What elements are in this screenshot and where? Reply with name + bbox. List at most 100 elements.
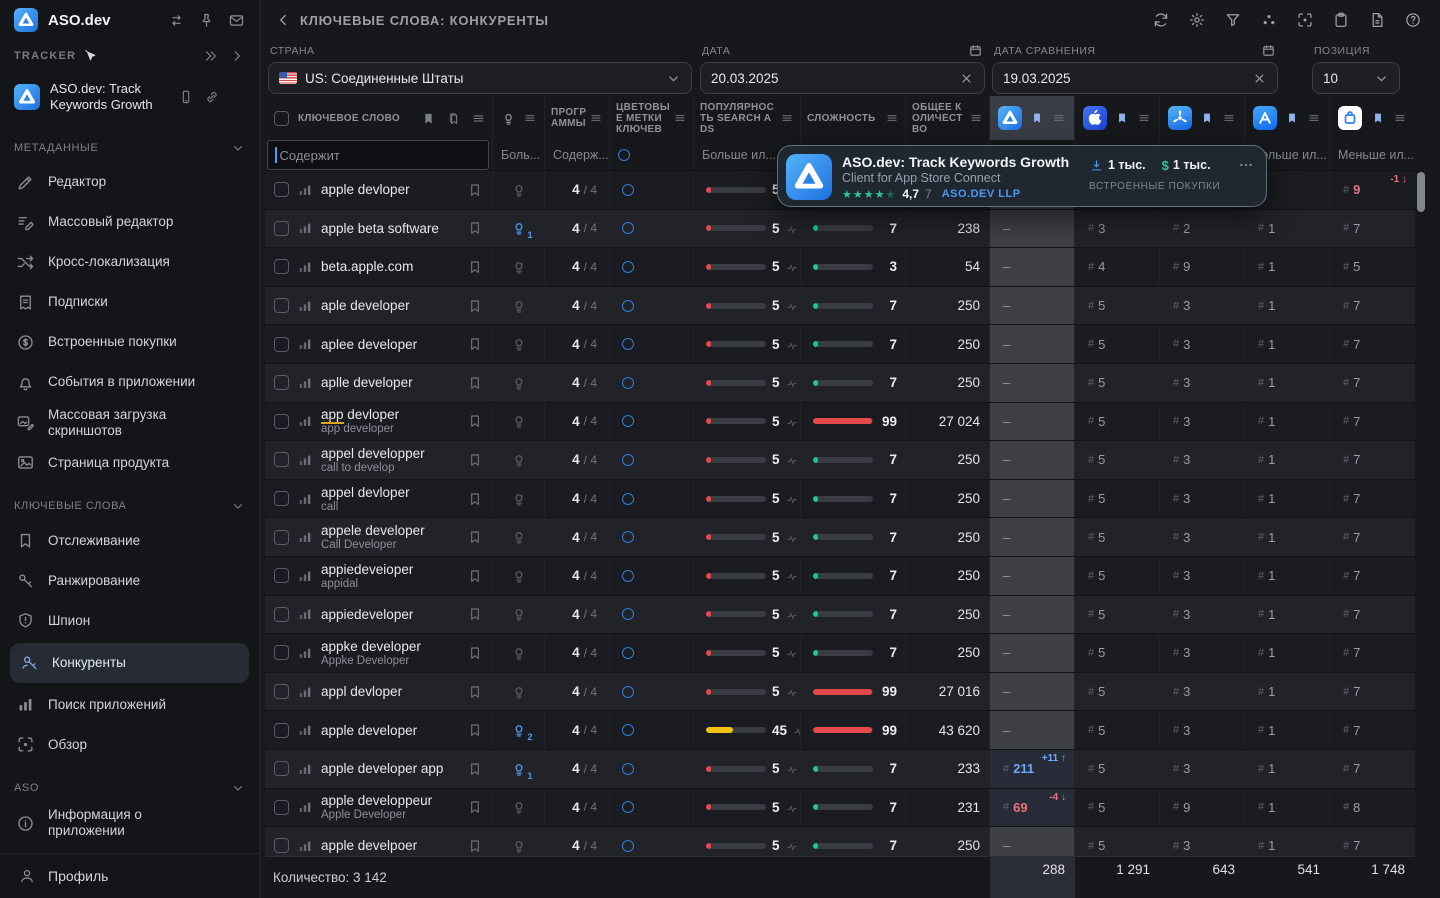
app-column-apple-store[interactable] <box>1330 96 1415 140</box>
table-row[interactable]: aple developer 4/ 4 5 7 250 – #5 #3 #1 #… <box>265 287 1415 326</box>
sparkline-icon[interactable] <box>786 686 798 697</box>
bookmark-icon[interactable] <box>467 413 483 429</box>
calendar-icon[interactable] <box>968 43 983 58</box>
suggestions-bulb-icon[interactable] <box>510 683 528 701</box>
developer-name[interactable]: ASO.DEV LLP <box>942 188 1021 200</box>
suggestions-bulb-icon[interactable] <box>510 798 528 816</box>
color-label-ring[interactable] <box>622 570 634 582</box>
clear-compare-date-icon[interactable] <box>1252 71 1267 86</box>
keyword-column-header[interactable]: КЛЮЧЕВОЕ СЛОВО <box>298 113 400 124</box>
color-label-ring[interactable] <box>622 454 634 466</box>
table-row[interactable]: aplle developer 4/ 4 5 7 250 – #5 #3 #1 … <box>265 364 1415 403</box>
date-input[interactable]: 20.03.2025 <box>700 62 985 94</box>
suggestions-column-icon[interactable] <box>500 110 517 127</box>
bulb-filter[interactable]: Боль... <box>493 140 545 170</box>
suggestions-bulb-icon[interactable] <box>510 490 528 508</box>
sidebar-item-receipt[interactable]: Подписки <box>0 283 259 323</box>
phone-icon[interactable] <box>178 89 194 105</box>
color-label-ring[interactable] <box>622 686 634 698</box>
suggestions-bulb-icon[interactable] <box>510 335 528 353</box>
row-checkbox[interactable] <box>274 684 289 699</box>
suggestions-bulb-icon[interactable]: 1 <box>510 219 528 237</box>
column-menu-icon[interactable] <box>1052 111 1066 125</box>
chart-icon[interactable] <box>297 722 313 738</box>
keyword-text[interactable]: aple developer <box>321 298 410 313</box>
row-checkbox[interactable] <box>274 723 289 738</box>
column-menu-icon[interactable] <box>1137 111 1151 125</box>
color-label-ring[interactable] <box>622 338 634 350</box>
table-row[interactable]: aplee developer 4/ 4 5 7 250 – #5 #3 #1 … <box>265 325 1415 364</box>
keyword-filter-input[interactable] <box>267 140 489 170</box>
row-checkbox[interactable] <box>274 414 289 429</box>
sparkline-icon[interactable] <box>786 532 798 543</box>
bookmark-filled-icon[interactable] <box>421 111 436 126</box>
chart-icon[interactable] <box>297 838 313 854</box>
color-label-ring[interactable] <box>622 840 634 852</box>
chart-icon[interactable] <box>297 375 313 391</box>
color-label-ring[interactable] <box>622 647 634 659</box>
color-label-ring[interactable] <box>622 300 634 312</box>
suggestions-bulb-icon[interactable] <box>510 297 528 315</box>
bookmark-icon[interactable] <box>467 606 483 622</box>
table-row[interactable]: appel developper call to develop 4/ 4 5 … <box>265 441 1415 480</box>
select-all-checkbox[interactable] <box>274 111 289 126</box>
position-select[interactable]: 10 <box>1312 62 1400 94</box>
color-label-ring[interactable] <box>622 531 634 543</box>
calendar-icon[interactable] <box>1261 43 1276 58</box>
column-menu-icon[interactable] <box>471 111 486 126</box>
row-checkbox[interactable] <box>274 259 289 274</box>
chart-icon[interactable] <box>297 259 313 275</box>
help-icon[interactable] <box>1404 11 1422 29</box>
suggestions-bulb-icon[interactable] <box>510 412 528 430</box>
section-label[interactable]: КЛЮЧЕВЫЕ СЛОВА <box>0 483 259 521</box>
keyword-text[interactable]: apple developpeur <box>321 793 432 808</box>
color-label-ring[interactable] <box>622 801 634 813</box>
sparkline-icon[interactable] <box>786 339 798 350</box>
color-label-ring[interactable] <box>622 261 634 273</box>
sidebar-item-dollar[interactable]: Встроенные покупки <box>0 323 259 363</box>
table-row[interactable]: apple beta software 1 4/ 4 5 7 238 – #3 … <box>265 210 1415 249</box>
chart-icon[interactable] <box>297 529 313 545</box>
funnel-icon[interactable] <box>1224 11 1242 29</box>
sparkline-icon[interactable] <box>786 840 798 851</box>
bookmark-icon[interactable] <box>1115 111 1129 125</box>
mail-icon[interactable] <box>228 12 245 29</box>
table-row[interactable]: appel devloper call 4/ 4 5 7 250 – #5 #3… <box>265 480 1415 519</box>
table-row[interactable]: apple developer 2 4/ 4 45 99 43 620 – #5… <box>265 711 1415 750</box>
table-row[interactable]: apple developpeur Apple Developer 4/ 4 5… <box>265 789 1415 828</box>
sparkline-icon[interactable] <box>786 609 798 620</box>
row-checkbox[interactable] <box>274 800 289 815</box>
keyword-text[interactable]: appele developer <box>321 523 425 538</box>
compare-date-input[interactable]: 19.03.2025 <box>992 62 1278 94</box>
row-checkbox[interactable] <box>274 337 289 352</box>
suggestions-bulb-icon[interactable]: 1 <box>510 760 528 778</box>
sidebar-item-key-person[interactable]: Конкуренты <box>10 643 249 683</box>
table-row[interactable]: apple developer app 1 4/ 4 5 7 233 +11 ↑… <box>265 750 1415 789</box>
sidebar-item-bookmark[interactable]: Отслеживание <box>0 521 259 561</box>
sidebar-item-scan[interactable]: Обзор <box>0 725 259 765</box>
bookmark-icon[interactable] <box>467 684 483 700</box>
scan-icon[interactable] <box>1296 11 1314 29</box>
table-row[interactable]: appiedeveioper appidal 4/ 4 5 7 250 – #5… <box>265 557 1415 596</box>
color-label-ring[interactable] <box>622 724 634 736</box>
keyword-text[interactable]: appke developer <box>321 639 421 654</box>
row-checkbox[interactable] <box>274 452 289 467</box>
column-menu-icon[interactable] <box>969 111 983 125</box>
column-menu-icon[interactable] <box>1307 111 1321 125</box>
bookmark-icon[interactable] <box>467 645 483 661</box>
column-menu-icon[interactable] <box>780 111 794 125</box>
bookmark-icon[interactable] <box>467 336 483 352</box>
color-label-ring[interactable] <box>622 184 634 196</box>
sparkline-icon[interactable] <box>786 647 798 658</box>
keyword-text[interactable]: apple beta software <box>321 221 439 236</box>
suggestions-bulb-icon[interactable] <box>510 181 528 199</box>
sidebar-item-bar-chart[interactable]: Поиск приложений <box>0 685 259 725</box>
workflow-icon[interactable] <box>168 12 185 29</box>
sidebar-item-shield[interactable]: Шпион <box>0 601 259 641</box>
sidebar-item-bell[interactable]: События в приложении <box>0 363 259 403</box>
bookmark-icon[interactable] <box>467 375 483 391</box>
sidebar-item-image-edit[interactable]: Массовая загрузка скриншотов <box>0 403 259 443</box>
row-checkbox[interactable] <box>274 375 289 390</box>
table-row[interactable]: appiedeveloper 4/ 4 5 7 250 – #5 #3 #1 #… <box>265 596 1415 635</box>
collapse-sidebar-icon[interactable] <box>203 48 219 64</box>
